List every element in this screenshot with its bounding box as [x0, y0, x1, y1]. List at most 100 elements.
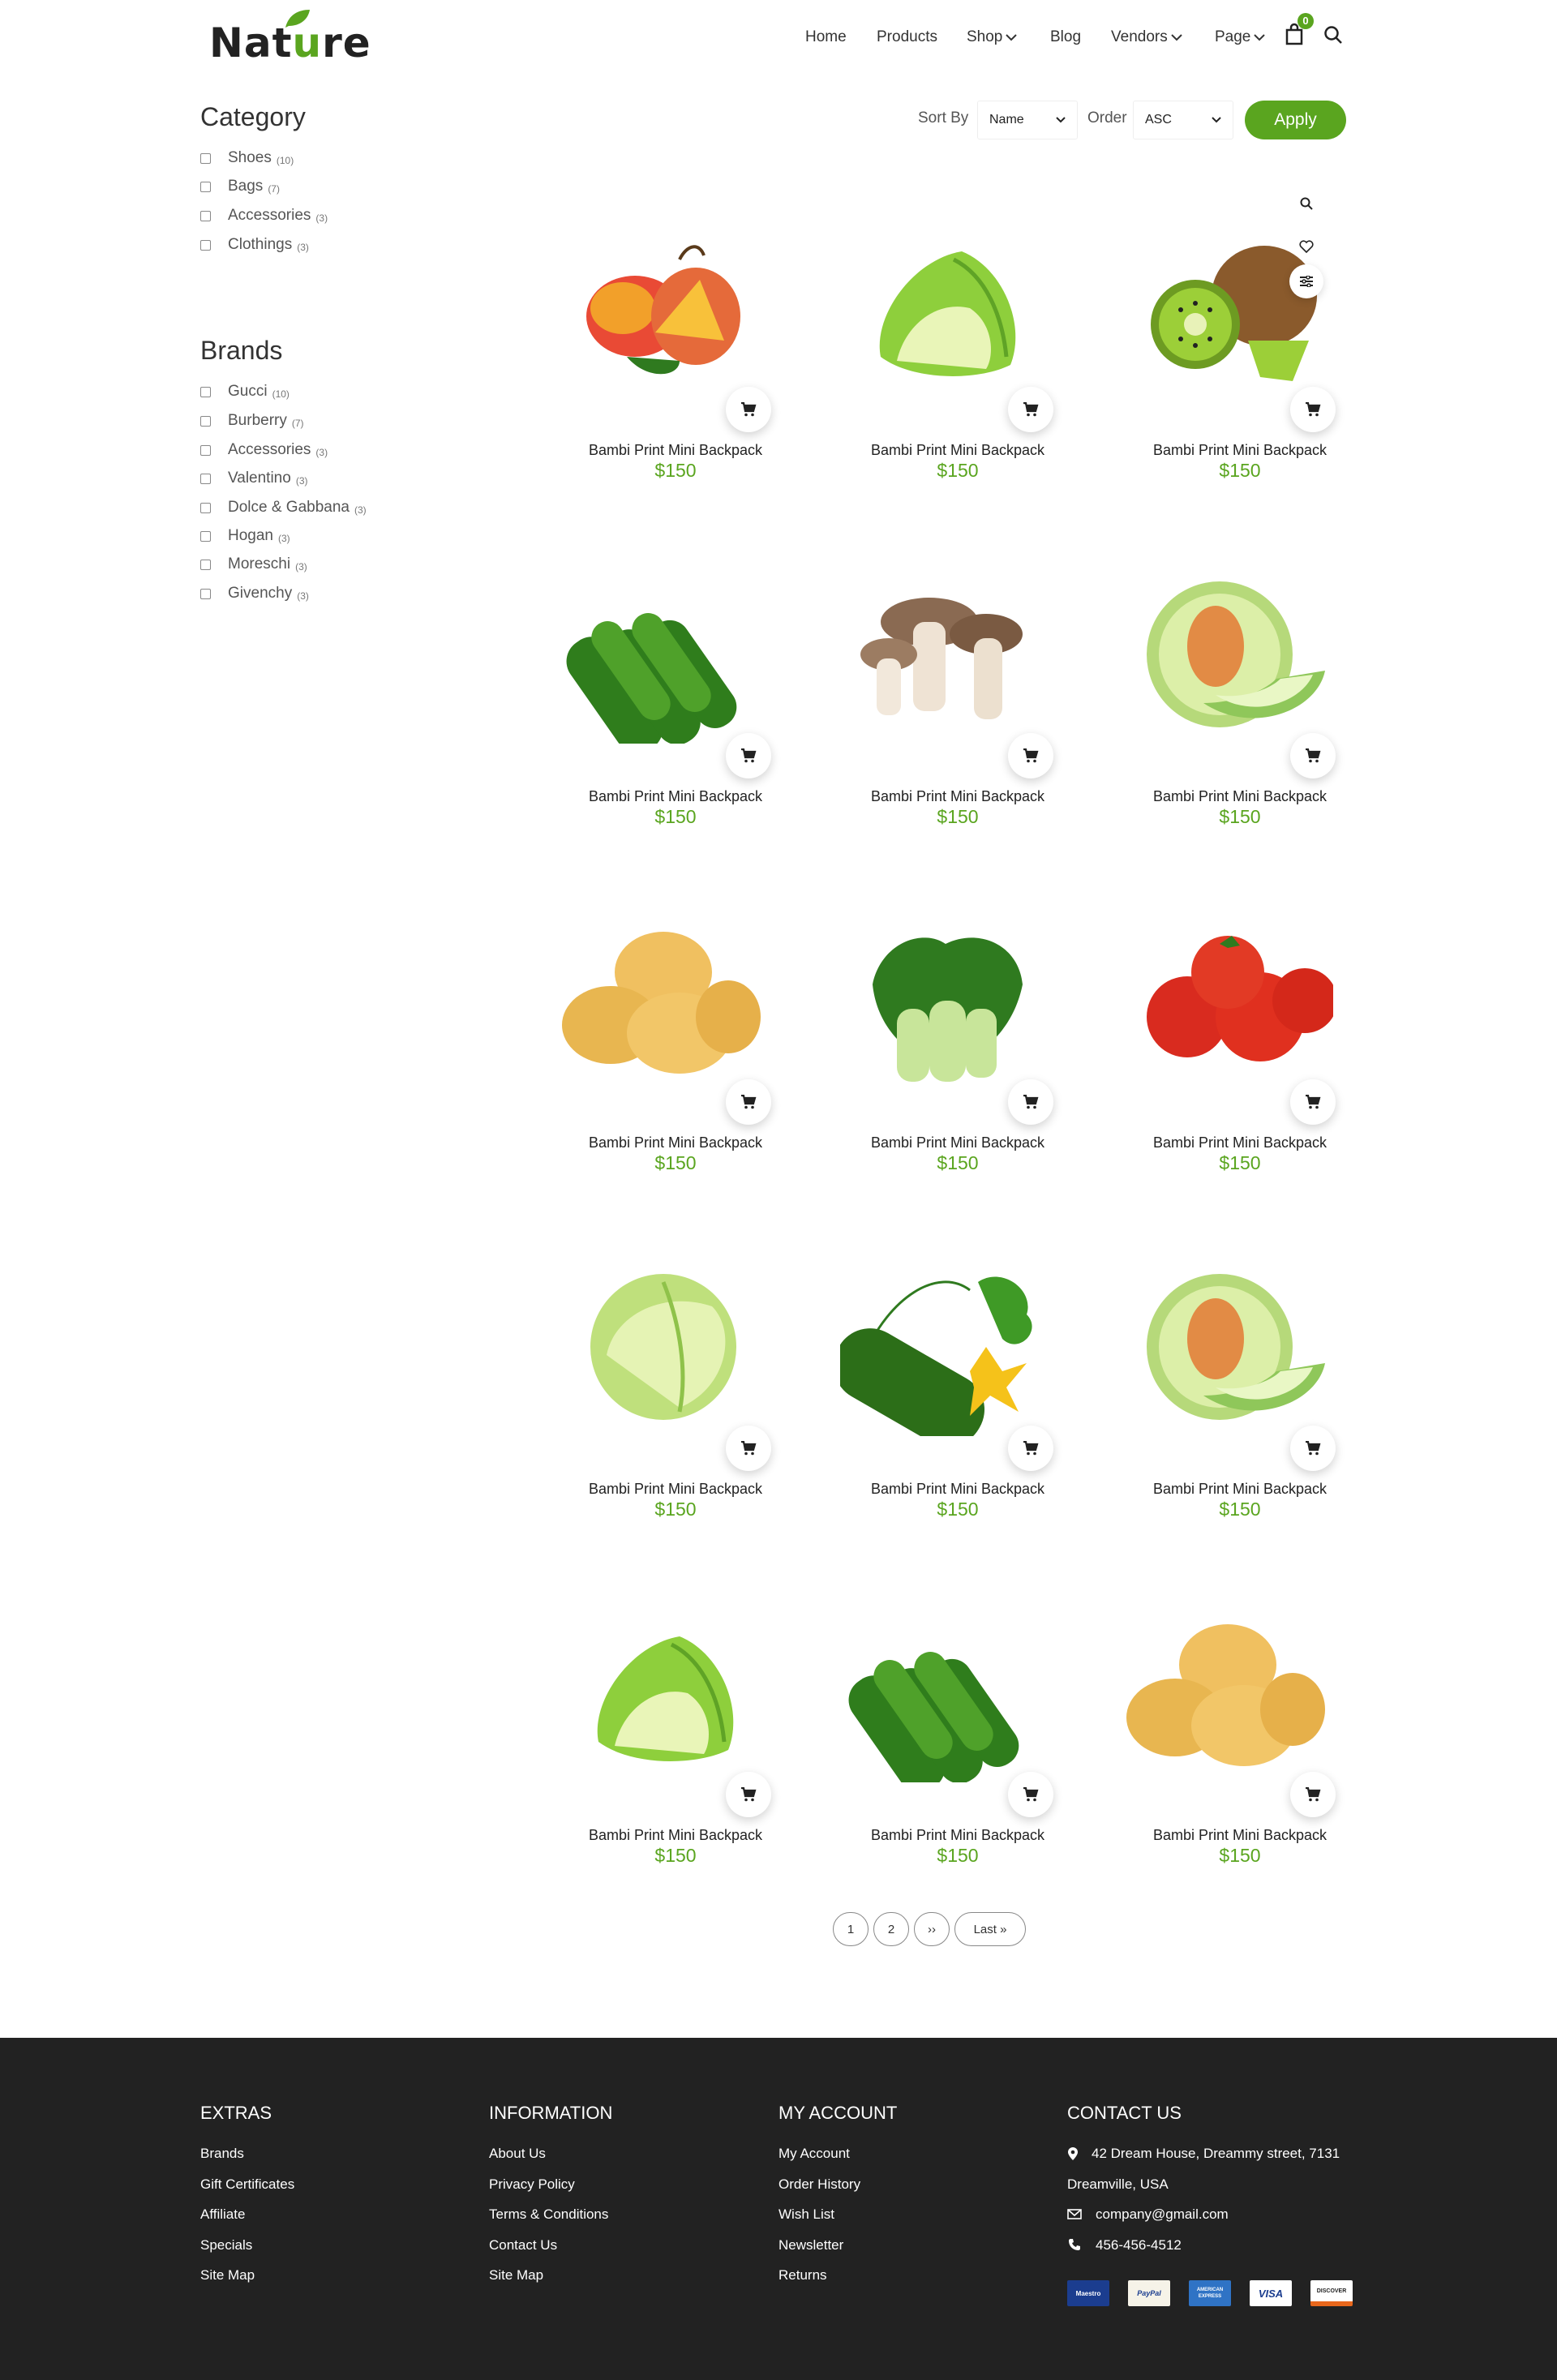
- nav-products[interactable]: Products: [877, 27, 937, 48]
- add-to-cart-button[interactable]: [1290, 733, 1336, 778]
- add-to-cart-button[interactable]: [726, 1772, 771, 1817]
- footer-link[interactable]: Order History: [778, 2176, 860, 2193]
- product-image-melon[interactable]: [1122, 565, 1333, 744]
- nav-page[interactable]: Page: [1215, 27, 1266, 48]
- product-card[interactable]: Bambi Print Mini Backpack $150: [1106, 1258, 1374, 1582]
- nav-shop[interactable]: Shop: [967, 27, 1018, 48]
- checkbox[interactable]: [200, 181, 211, 192]
- add-to-cart-button[interactable]: [1008, 1426, 1053, 1471]
- compare-button[interactable]: [1289, 264, 1323, 298]
- sort-by-select[interactable]: Name: [977, 101, 1078, 139]
- footer-link[interactable]: Terms & Conditions: [489, 2206, 608, 2223]
- quick-view-button[interactable]: [1289, 187, 1323, 221]
- product-name[interactable]: Bambi Print Mini Backpack: [1106, 1827, 1374, 1844]
- filter-category-bags[interactable]: Bags (7): [200, 177, 280, 196]
- footer-link[interactable]: Specials: [200, 2237, 252, 2253]
- add-to-cart-button[interactable]: [1008, 387, 1053, 432]
- product-image-cucumber-flower[interactable]: [840, 1258, 1051, 1436]
- add-to-cart-button[interactable]: [726, 1079, 771, 1125]
- product-name[interactable]: Bambi Print Mini Backpack: [542, 442, 809, 459]
- next-page-button[interactable]: ››: [914, 1912, 950, 1946]
- product-image-melon[interactable]: [1122, 1258, 1333, 1436]
- checkbox[interactable]: [200, 588, 211, 599]
- filter-brand-burberry[interactable]: Burberry (7): [200, 411, 304, 431]
- product-name[interactable]: Bambi Print Mini Backpack: [542, 788, 809, 805]
- footer-link[interactable]: Newsletter: [778, 2237, 843, 2253]
- product-card[interactable]: Bambi Print Mini Backpack $150: [1106, 1604, 1374, 1928]
- checkbox[interactable]: [200, 415, 211, 427]
- filter-category-shoes[interactable]: Shoes (10): [200, 148, 294, 168]
- product-name[interactable]: Bambi Print Mini Backpack: [542, 1827, 809, 1844]
- add-to-cart-button[interactable]: [726, 387, 771, 432]
- add-to-cart-button[interactable]: [1290, 1426, 1336, 1471]
- last-page-button[interactable]: Last »: [954, 1912, 1026, 1946]
- filter-brand-valentino[interactable]: Valentino (3): [200, 469, 308, 488]
- product-card[interactable]: Bambi Print Mini Backpack $150: [542, 911, 809, 1236]
- filter-brand-accessories[interactable]: Accessories (3): [200, 440, 328, 460]
- product-card[interactable]: Bambi Print Mini Backpack $150: [824, 219, 1092, 543]
- footer-link[interactable]: Gift Certificates: [200, 2176, 294, 2193]
- add-to-cart-button[interactable]: [726, 1426, 771, 1471]
- product-card[interactable]: Bambi Print Mini Backpack $150: [824, 1258, 1092, 1582]
- product-image-tomatoes[interactable]: [1122, 911, 1333, 1090]
- checkbox[interactable]: [200, 559, 211, 570]
- add-to-cart-button[interactable]: [1008, 733, 1053, 778]
- filter-brand-dolce-gabbana[interactable]: Dolce & Gabbana (3): [200, 498, 367, 517]
- product-name[interactable]: Bambi Print Mini Backpack: [824, 1134, 1092, 1151]
- product-image-mushrooms[interactable]: [840, 565, 1051, 744]
- checkbox[interactable]: [200, 210, 211, 221]
- filter-brand-moreschi[interactable]: Moreschi (3): [200, 555, 307, 574]
- search-icon[interactable]: [1323, 25, 1343, 45]
- footer-link[interactable]: About Us: [489, 2146, 546, 2162]
- footer-link[interactable]: My Account: [778, 2146, 850, 2162]
- checkbox[interactable]: [200, 444, 211, 456]
- order-select[interactable]: ASC: [1133, 101, 1233, 139]
- product-image-bok-choy[interactable]: [840, 911, 1051, 1090]
- add-to-cart-button[interactable]: [1290, 1079, 1336, 1125]
- add-to-cart-button[interactable]: [726, 733, 771, 778]
- footer-link[interactable]: Contact Us: [489, 2237, 557, 2253]
- page-2-button[interactable]: 2: [873, 1912, 909, 1946]
- nav-home[interactable]: Home: [805, 27, 847, 48]
- checkbox[interactable]: [200, 239, 211, 251]
- product-image-mango[interactable]: [558, 219, 769, 397]
- product-card[interactable]: Bambi Print Mini Backpack $150: [1106, 565, 1374, 890]
- product-card[interactable]: Bambi Print Mini Backpack $150: [1106, 911, 1374, 1236]
- footer-link[interactable]: Site Map: [489, 2267, 543, 2284]
- footer-link[interactable]: Wish List: [778, 2206, 834, 2223]
- product-name[interactable]: Bambi Print Mini Backpack: [542, 1481, 809, 1498]
- product-card[interactable]: Bambi Print Mini Backpack $150: [542, 219, 809, 543]
- footer-link[interactable]: Privacy Policy: [489, 2176, 575, 2193]
- product-name[interactable]: Bambi Print Mini Backpack: [1106, 1134, 1374, 1151]
- add-to-cart-button[interactable]: [1008, 1772, 1053, 1817]
- product-image-potatoes[interactable]: [1122, 1604, 1333, 1782]
- add-to-cart-button[interactable]: [1008, 1079, 1053, 1125]
- filter-brand-hogan[interactable]: Hogan (3): [200, 526, 290, 546]
- nav-blog[interactable]: Blog: [1050, 27, 1081, 48]
- product-card[interactable]: Bambi Print Mini Backpack $150: [824, 565, 1092, 890]
- filter-brand-givenchy[interactable]: Givenchy (3): [200, 584, 309, 603]
- product-image-cucumbers[interactable]: [840, 1604, 1051, 1782]
- product-image-cucumbers[interactable]: [558, 565, 769, 744]
- footer-link[interactable]: Affiliate: [200, 2206, 245, 2223]
- product-name[interactable]: Bambi Print Mini Backpack: [824, 1827, 1092, 1844]
- product-image-cabbage[interactable]: [558, 1258, 769, 1436]
- product-card[interactable]: Bambi Print Mini Backpack $150: [824, 1604, 1092, 1928]
- wishlist-button[interactable]: [1289, 229, 1323, 264]
- filter-category-accessories[interactable]: Accessories (3): [200, 206, 328, 225]
- product-card[interactable]: Bambi Print Mini Backpack $150: [542, 1604, 809, 1928]
- product-name[interactable]: Bambi Print Mini Backpack: [1106, 442, 1374, 459]
- footer-link[interactable]: Site Map: [200, 2267, 255, 2284]
- product-name[interactable]: Bambi Print Mini Backpack: [1106, 1481, 1374, 1498]
- product-card[interactable]: Bambi Print Mini Backpack $150: [1106, 219, 1374, 543]
- filter-category-clothings[interactable]: Clothings (3): [200, 235, 309, 255]
- product-card[interactable]: Bambi Print Mini Backpack $150: [542, 565, 809, 890]
- product-image-potatoes[interactable]: [558, 911, 769, 1090]
- footer-link[interactable]: Returns: [778, 2267, 827, 2284]
- product-card[interactable]: Bambi Print Mini Backpack $150: [824, 911, 1092, 1236]
- product-name[interactable]: Bambi Print Mini Backpack: [542, 1134, 809, 1151]
- product-image-napa-cabbage[interactable]: [840, 219, 1051, 397]
- checkbox[interactable]: [200, 152, 211, 164]
- contact-email-link[interactable]: company@gmail.com: [1096, 2206, 1229, 2223]
- checkbox[interactable]: [200, 473, 211, 484]
